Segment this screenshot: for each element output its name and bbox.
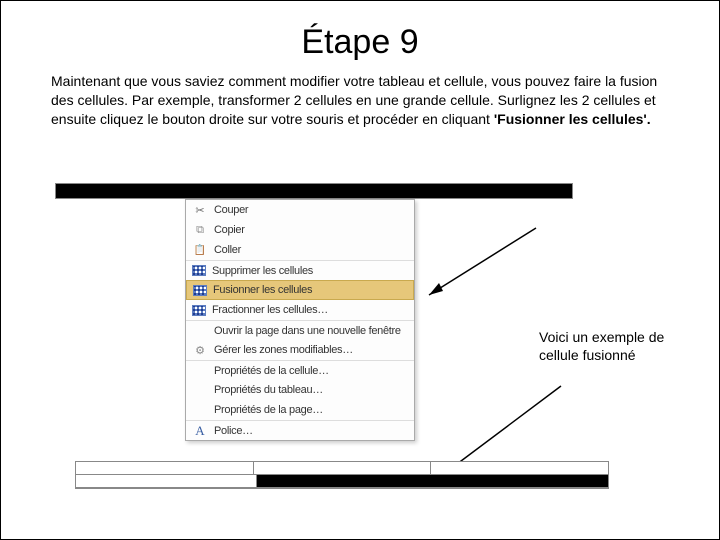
table-cell	[76, 475, 257, 488]
table-row	[76, 475, 608, 488]
menu-label: Fractionner les cellules…	[212, 304, 408, 316]
menu-label: Coller	[214, 244, 408, 256]
merged-table-figure	[75, 461, 609, 489]
menu-open-new-window[interactable]: Ouvrir la page dans une nouvelle fenêtre	[186, 320, 414, 340]
arrow-to-menu-icon	[421, 223, 541, 303]
menu-cell-props[interactable]: Propriétés de la cellule…	[186, 360, 414, 380]
menu-label: Gérer les zones modifiables…	[214, 344, 408, 356]
paste-icon	[192, 242, 208, 258]
menu-label: Copier	[214, 224, 408, 236]
props-icon	[192, 363, 208, 379]
menu-paste[interactable]: Coller	[186, 240, 414, 260]
menu-label: Supprimer les cellules	[212, 265, 408, 277]
menu-label: Propriétés de la page…	[214, 404, 408, 416]
grid-delete-icon	[192, 265, 206, 276]
copy-icon	[192, 222, 208, 238]
menu-page-props[interactable]: Propriétés de la page…	[186, 400, 414, 420]
paragraph-bold: 'Fusionner les cellules'.	[494, 111, 651, 127]
page-title: Étape 9	[1, 23, 719, 62]
menu-delete-cells[interactable]: Supprimer les cellules	[186, 260, 414, 280]
menu-label: Ouvrir la page dans une nouvelle fenêtre	[214, 325, 408, 337]
menu-table-props[interactable]: Propriétés du tableau…	[186, 380, 414, 400]
grid-merge-icon	[193, 285, 207, 296]
table-cell	[76, 462, 254, 475]
instruction-paragraph: Maintenant que vous saviez comment modif…	[51, 72, 669, 129]
gear-icon	[192, 342, 208, 358]
table-selection-figure	[55, 183, 573, 199]
menu-merge-cells[interactable]: Fusionner les cellules	[186, 280, 414, 300]
menu-split-cells[interactable]: Fractionner les cellules…	[186, 300, 414, 320]
menu-label: Propriétés de la cellule…	[214, 365, 408, 377]
menu-label: Couper	[214, 204, 408, 216]
menu-label: Police…	[214, 425, 408, 437]
letter-a-icon: A	[192, 423, 208, 439]
menu-cut[interactable]: Couper	[186, 200, 414, 220]
props-icon	[192, 402, 208, 418]
menu-label: Propriétés du tableau…	[214, 384, 408, 396]
grid-split-icon	[192, 305, 206, 316]
menu-font[interactable]: A Police…	[186, 420, 414, 440]
window-icon	[192, 323, 208, 339]
table-cell	[254, 462, 432, 475]
menu-copy[interactable]: Copier	[186, 220, 414, 240]
menu-manage-zones[interactable]: Gérer les zones modifiables…	[186, 340, 414, 360]
props-icon	[192, 382, 208, 398]
context-menu: Couper Copier Coller Supprimer les cellu…	[185, 199, 415, 441]
selected-cells-row	[55, 183, 573, 199]
caption-text: Voici un exemple de cellule fusionné	[539, 328, 679, 364]
merged-cell	[257, 475, 608, 488]
scissors-icon	[192, 202, 208, 218]
menu-label: Fusionner les cellules	[213, 284, 407, 296]
table-cell	[431, 462, 608, 475]
table-row	[76, 462, 608, 475]
